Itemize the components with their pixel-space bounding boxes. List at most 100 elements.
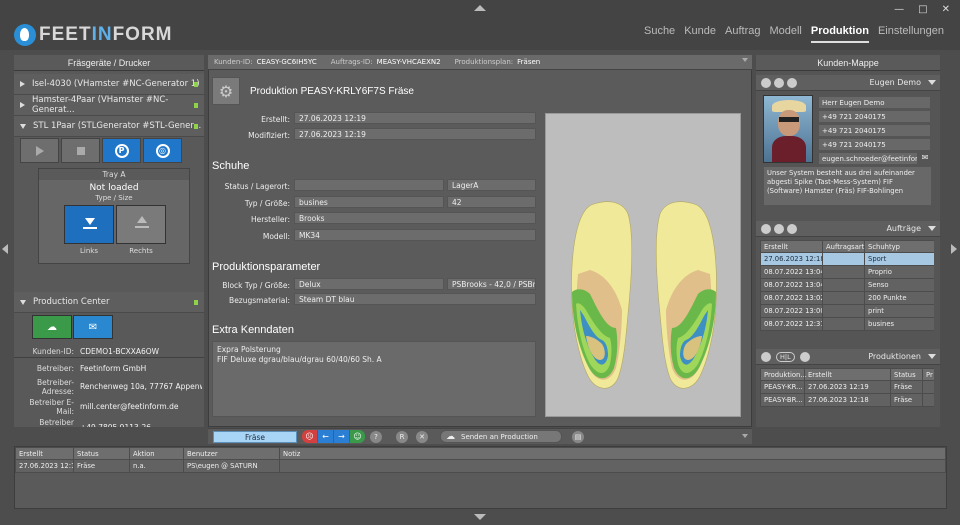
logo-text-b: IN xyxy=(91,24,113,45)
settings-icon[interactable] xyxy=(761,351,771,362)
typ-field[interactable]: busines xyxy=(294,196,444,208)
dropdown-arrow-icon[interactable] xyxy=(742,58,748,62)
tray-title: Tray A xyxy=(39,169,189,180)
mail-icon[interactable]: ✉ xyxy=(919,152,931,165)
close-icon[interactable]: ✕ xyxy=(942,4,950,15)
bezug-field[interactable]: Steam DT blau xyxy=(294,293,536,305)
extra-textarea[interactable]: Expra Polsterung FIF Deluxe dgrau/blau/d… xyxy=(212,341,536,417)
chevron-down-icon[interactable] xyxy=(928,80,936,85)
happy-face-button[interactable]: ☺ xyxy=(350,430,365,443)
add-icon[interactable] xyxy=(761,77,771,88)
lagerort-field[interactable]: LagerA xyxy=(447,179,536,191)
device-item[interactable]: Isel-4030 (VHamster #NC-Generator 1) xyxy=(14,74,204,95)
nav-auftrag[interactable]: Auftrag xyxy=(725,25,760,43)
nav-produktion[interactable]: Produktion xyxy=(810,25,869,43)
modell-field[interactable]: MK34 xyxy=(294,229,536,241)
nav-einstellungen[interactable]: Einstellungen xyxy=(878,25,944,43)
expand-icon[interactable] xyxy=(20,81,25,87)
table-row[interactable]: 08.07.2022 13:04 Senso xyxy=(760,278,934,292)
collapse-bottom-arrow-icon[interactable] xyxy=(474,514,486,520)
forward-arrow-button[interactable]: → xyxy=(334,430,349,443)
table-row[interactable]: PEASY-BR... 27.06.2023 12:18 Fräse xyxy=(760,393,934,407)
column-header[interactable]: Auftragsart xyxy=(822,240,865,253)
extra-line-2: FIF Deluxe dgrau/blau/dgrau 60/40/60 Sh.… xyxy=(217,355,382,364)
expand-icon[interactable] xyxy=(20,102,25,108)
chevron-down-icon[interactable] xyxy=(928,354,936,359)
table-row[interactable]: 08.07.2022 13:04 Proprio xyxy=(760,265,934,279)
customer-email[interactable]: eugen.schroeder@feetinform... xyxy=(818,152,918,165)
column-header[interactable]: Status xyxy=(890,368,923,381)
customer-fullname[interactable]: Herr Eugen Demo xyxy=(818,96,931,109)
tray-left-button[interactable] xyxy=(64,205,114,244)
column-header[interactable]: Notiz xyxy=(279,447,946,460)
pc-field-adresse: Betreiber-Adresse: Renchenweg 10a, 77767 … xyxy=(20,378,202,396)
tray-right-button[interactable] xyxy=(116,205,166,244)
target-button[interactable]: ◎ xyxy=(143,138,182,163)
table-row[interactable]: PEASY-KR... 27.06.2023 12:19 Fräse xyxy=(760,380,934,394)
nav-kunde[interactable]: Kunde xyxy=(684,25,716,43)
table-row[interactable]: 08.07.2022 13:02 200 Punkte xyxy=(760,291,934,305)
column-header[interactable]: Pr xyxy=(922,368,934,381)
table-row[interactable]: 08.07.2022 12:31 busines xyxy=(760,317,934,331)
email-button[interactable]: ✉ xyxy=(73,315,113,339)
cancel-icon[interactable]: ✕ xyxy=(416,431,428,443)
column-header[interactable]: Schuhtyp xyxy=(864,240,934,253)
stop-button[interactable] xyxy=(61,138,100,163)
column-header[interactable]: Status xyxy=(73,447,130,460)
table-row[interactable]: 27.06.2023 12:19 Fräse n.a. PS\eugen @ S… xyxy=(15,459,946,473)
column-header[interactable]: Erstellt xyxy=(760,240,823,253)
collapse-icon[interactable] xyxy=(20,123,26,129)
collapse-icon[interactable] xyxy=(20,299,26,305)
collapse-right-arrow-icon[interactable] xyxy=(951,244,957,254)
refresh-icon[interactable] xyxy=(787,77,797,88)
block-size-field[interactable]: PSBrooks - 42,0 / PSBrook xyxy=(447,278,536,290)
device-item[interactable]: Hamster-4Paar (VHamster #NC-Generat... xyxy=(14,95,204,116)
park-button[interactable]: P xyxy=(102,138,141,163)
dropdown-arrow-icon[interactable] xyxy=(742,434,748,438)
customer-name[interactable]: Eugen Demo xyxy=(869,78,921,87)
play-button[interactable] xyxy=(20,138,59,163)
minimize-icon[interactable]: — xyxy=(894,4,904,15)
table-row[interactable]: 08.07.2022 13:00 print xyxy=(760,304,934,318)
auftrags-id-label: Auftrags-ID: xyxy=(330,58,373,66)
reset-icon[interactable]: R xyxy=(396,431,408,443)
refresh-icon[interactable] xyxy=(787,223,797,234)
groesse-field[interactable]: 42 xyxy=(447,196,536,208)
cloud-upload-button[interactable]: ☁ xyxy=(32,315,72,339)
add-icon[interactable] xyxy=(761,223,771,234)
column-header[interactable]: Benutzer xyxy=(183,447,280,460)
customer-notes[interactable]: Unser System besteht aus drei aufeinande… xyxy=(763,166,932,206)
settings-icon[interactable] xyxy=(774,77,784,88)
column-header[interactable]: Aktion xyxy=(129,447,184,460)
device-item-expanded[interactable]: STL 1Paar (STLGenerator #STL-Gener... xyxy=(14,116,204,137)
hl-toggle[interactable]: H|L xyxy=(776,351,795,362)
collapse-top-arrow-icon[interactable] xyxy=(474,5,486,11)
chevron-down-icon[interactable] xyxy=(928,226,936,231)
column-header[interactable]: Erstellt xyxy=(15,447,74,460)
hersteller-field[interactable]: Brooks xyxy=(294,212,536,224)
print-icon[interactable]: ▤ xyxy=(572,431,584,443)
refresh-icon[interactable] xyxy=(799,351,810,362)
back-arrow-button[interactable]: ← xyxy=(318,430,333,443)
settings-icon[interactable] xyxy=(774,223,784,234)
collapse-left-arrow-icon[interactable] xyxy=(2,244,8,254)
customer-phone-1[interactable]: +49 721 2040175 xyxy=(818,110,931,123)
produktionen-header: H|L Produktionen xyxy=(756,349,940,365)
logo-text-c: FORM xyxy=(112,24,173,45)
nav-modell[interactable]: Modell xyxy=(769,25,801,43)
customer-header: Eugen Demo xyxy=(756,75,940,91)
customer-phone-3[interactable]: +49 721 2040175 xyxy=(818,138,931,151)
nav-suche[interactable]: Suche xyxy=(644,25,675,43)
customer-phone-2[interactable]: +49 721 2040175 xyxy=(818,124,931,137)
sad-face-button[interactable]: ☹ xyxy=(302,430,317,443)
send-production-center-button[interactable]: ☁ Senden an Production Center xyxy=(440,430,562,453)
production-center-header[interactable]: Production Center xyxy=(14,292,204,313)
column-header[interactable]: Produktion... xyxy=(760,368,807,381)
maximize-icon[interactable]: □ xyxy=(918,4,927,15)
table-row[interactable]: 27.06.2023 12:18 Sport xyxy=(760,252,934,266)
status-field[interactable] xyxy=(294,179,444,191)
block-field[interactable]: Delux xyxy=(294,278,444,290)
help-icon[interactable]: ? xyxy=(370,431,382,443)
column-header[interactable]: Erstellt xyxy=(804,368,891,381)
cloud-icon: ☁ xyxy=(446,432,455,442)
